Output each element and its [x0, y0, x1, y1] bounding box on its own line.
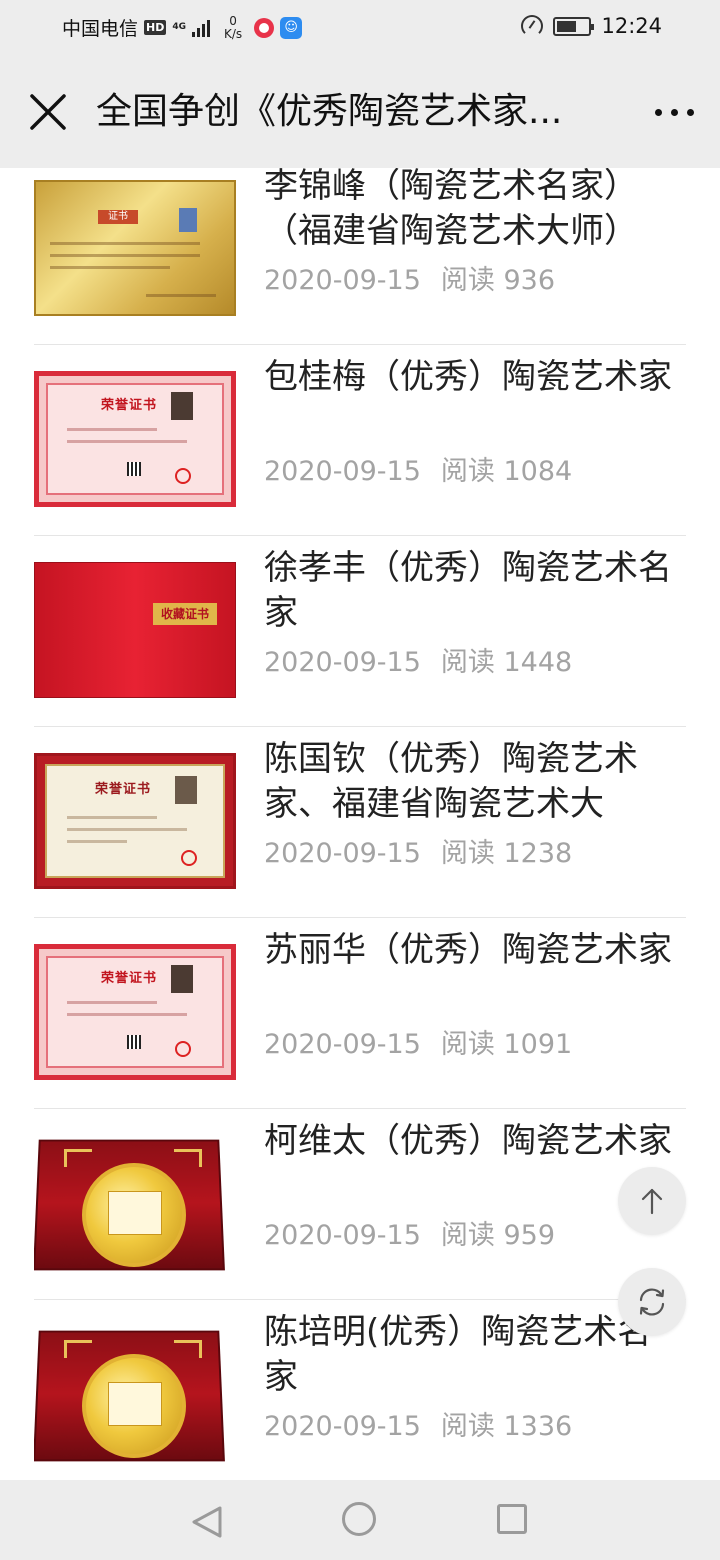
- article-views: 阅读 1238: [441, 838, 572, 869]
- article-meta: 2020-09-15 阅读 1238: [264, 831, 572, 870]
- thumbnail-honor-certificate: 荣誉证书: [34, 944, 236, 1080]
- article-views: 阅读 1448: [441, 647, 572, 678]
- refresh-icon: [635, 1285, 669, 1319]
- article-views: 阅读 1091: [441, 1029, 572, 1060]
- list-item[interactable]: 陈培明(优秀）陶瓷艺术名家 2020-09-15 阅读 1336: [34, 1300, 686, 1480]
- network-speed: 0 K/s: [224, 15, 242, 41]
- list-item[interactable]: 证书 李锦峰（陶瓷艺术名家）（福建省陶瓷艺术大师） 2020-09-15 阅读 9…: [34, 168, 686, 345]
- back-button[interactable]: [190, 1504, 224, 1544]
- article-date: 2020-09-15: [264, 1220, 421, 1251]
- article-meta: 2020-09-15 阅读 1448: [264, 640, 572, 679]
- carrier-label: 中国电信: [62, 14, 138, 41]
- title-bar: 全国争创《优秀陶瓷艺术家...: [0, 56, 720, 168]
- article-date: 2020-09-15: [264, 265, 421, 296]
- article-date: 2020-09-15: [264, 647, 421, 678]
- notification-app-icon: [254, 18, 274, 38]
- list-item[interactable]: 收藏证书 徐孝丰（优秀）陶瓷艺术名家 2020-09-15 阅读 1448: [34, 536, 686, 727]
- article-meta: 2020-09-15 阅读 959: [264, 1213, 555, 1252]
- thumbnail-gold-certificate: 证书: [34, 180, 236, 316]
- article-title: 陈国钦（优秀）陶瓷艺术家、福建省陶瓷艺术大: [264, 737, 684, 827]
- more-dots-icon: [655, 109, 694, 116]
- hd-icon: HD: [144, 20, 166, 35]
- status-right: 12:24: [521, 14, 662, 38]
- page-title: 全国争创《优秀陶瓷艺术家...: [96, 86, 616, 138]
- speedometer-icon: [521, 15, 543, 37]
- battery-icon: [553, 17, 591, 36]
- back-triangle-icon: [190, 1504, 224, 1540]
- article-meta: 2020-09-15 阅读 1084: [264, 449, 572, 488]
- scroll-to-top-button[interactable]: [618, 1167, 686, 1235]
- article-title: 徐孝丰（优秀）陶瓷艺术名家: [264, 546, 684, 636]
- thumbnail-gold-plaque: [34, 1326, 236, 1462]
- status-bar: 中国电信 HD 4G 0 K/s ☺ 12:24: [0, 0, 720, 56]
- network-type-icon: 4G: [172, 23, 186, 32]
- status-left: 中国电信 HD 4G 0 K/s ☺: [62, 14, 302, 41]
- article-views: 阅读 1084: [441, 456, 572, 487]
- refresh-button[interactable]: [618, 1268, 686, 1336]
- system-navigation-bar: [0, 1480, 720, 1560]
- article-title: 包桂梅（优秀）陶瓷艺术家: [264, 355, 684, 400]
- article-date: 2020-09-15: [264, 456, 421, 487]
- article-meta: 2020-09-15 阅读 1091: [264, 1022, 572, 1061]
- article-title: 陈培明(优秀）陶瓷艺术名家: [264, 1310, 684, 1400]
- article-meta: 2020-09-15 阅读 936: [264, 258, 555, 297]
- thumbnail-honor-certificate: 荣誉证书: [34, 371, 236, 507]
- article-title: 柯维太（优秀）陶瓷艺术家: [264, 1119, 684, 1164]
- thumbnail-certificate-cover: 收藏证书: [34, 562, 236, 698]
- article-views: 阅读 1336: [441, 1411, 572, 1442]
- article-views: 阅读 936: [441, 265, 555, 296]
- signal-strength-icon: [192, 19, 210, 37]
- home-button[interactable]: [342, 1502, 376, 1536]
- list-item[interactable]: 荣誉证书 包桂梅（优秀）陶瓷艺术家 2020-09-15 阅读 1084: [34, 345, 686, 536]
- speed-unit: K/s: [224, 27, 242, 41]
- recent-apps-button[interactable]: [497, 1504, 527, 1534]
- more-button[interactable]: [650, 94, 698, 130]
- article-title: 苏丽华（优秀）陶瓷艺术家: [264, 928, 684, 973]
- notification-assistant-icon: ☺: [280, 17, 302, 39]
- article-title: 李锦峰（陶瓷艺术名家）（福建省陶瓷艺术大师）: [264, 168, 684, 254]
- close-button[interactable]: [28, 92, 68, 132]
- speed-value: 0: [229, 14, 237, 28]
- list-item[interactable]: 柯维太（优秀）陶瓷艺术家 2020-09-15 阅读 959: [34, 1109, 686, 1300]
- list-item[interactable]: 荣誉证书 苏丽华（优秀）陶瓷艺术家 2020-09-15 阅读 1091: [34, 918, 686, 1109]
- thumbnail-honor-certificate: 荣誉证书: [34, 753, 236, 889]
- article-date: 2020-09-15: [264, 838, 421, 869]
- article-list[interactable]: 证书 李锦峰（陶瓷艺术名家）（福建省陶瓷艺术大师） 2020-09-15 阅读 9…: [0, 168, 720, 1480]
- article-date: 2020-09-15: [264, 1411, 421, 1442]
- article-meta: 2020-09-15 阅读 1336: [264, 1404, 572, 1443]
- article-date: 2020-09-15: [264, 1029, 421, 1060]
- article-views: 阅读 959: [441, 1220, 555, 1251]
- clock: 12:24: [601, 14, 662, 38]
- thumbnail-gold-plaque: [34, 1135, 236, 1271]
- close-icon: [28, 92, 68, 132]
- arrow-up-icon: [637, 1186, 667, 1216]
- list-item[interactable]: 荣誉证书 陈国钦（优秀）陶瓷艺术家、福建省陶瓷艺术大 2020-09-15 阅读 …: [34, 727, 686, 918]
